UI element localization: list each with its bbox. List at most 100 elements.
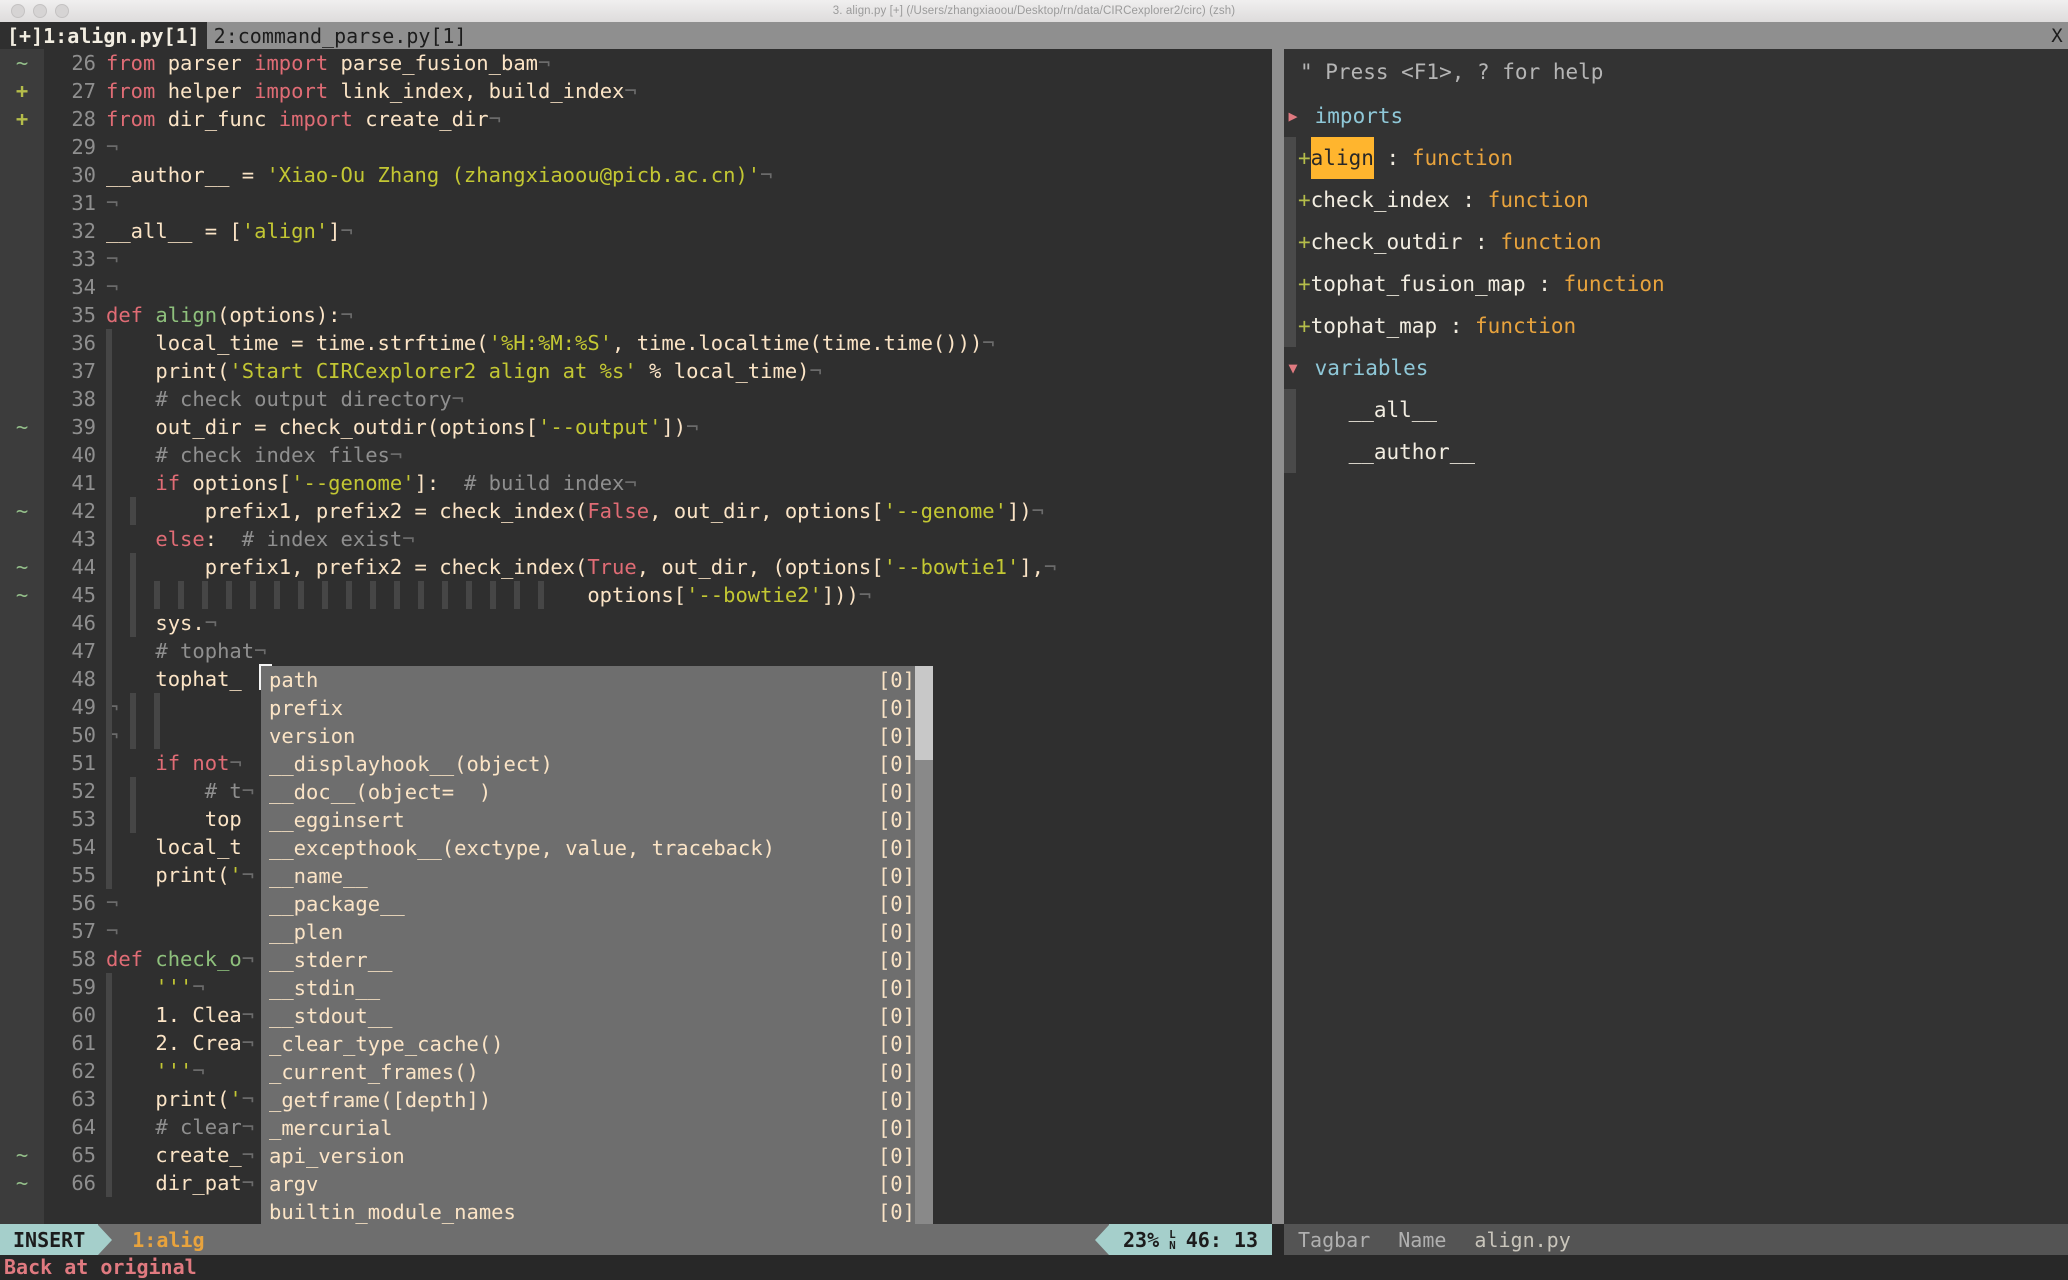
line-sign — [0, 861, 44, 889]
completion-item[interactable]: _current_frames()[0] — [261, 1058, 933, 1086]
expand-icon[interactable]: + — [1298, 263, 1311, 305]
line-number: 33 — [44, 245, 106, 273]
tagbar-tag-label[interactable]: tophat_map — [1311, 305, 1437, 347]
completion-item[interactable]: argv[0] — [261, 1170, 933, 1198]
indent-guide — [106, 861, 112, 889]
tagbar-kind-row[interactable]: ▼ variables — [1284, 347, 2068, 389]
completion-item[interactable]: __name__[0] — [261, 862, 933, 890]
indent-guide — [154, 693, 160, 721]
tagbar-tag-label[interactable]: check_index — [1311, 179, 1450, 221]
window-split-divider[interactable] — [1272, 49, 1284, 1224]
completion-item[interactable]: __egginsert[0] — [261, 806, 933, 834]
completion-item[interactable]: version[0] — [261, 722, 933, 750]
tagbar-tag-row[interactable]: +check_index : function — [1284, 179, 2068, 221]
completion-item[interactable]: builtin_module_names[0] — [261, 1198, 933, 1224]
expand-icon[interactable]: + — [1298, 221, 1311, 263]
completion-item[interactable]: path[0] — [261, 666, 933, 694]
tagbar-rows[interactable]: ▶ imports+align : function+check_index :… — [1284, 95, 2068, 473]
tab-align-py[interactable]: [+]1:align.py[1] — [0, 22, 207, 49]
line-number: 48 — [44, 665, 106, 693]
popup-scrollbar[interactable] — [915, 666, 933, 1224]
line-text: print('¬ — [106, 1085, 254, 1113]
tagbar-kind-row[interactable]: ▶ imports — [1284, 95, 2068, 137]
tagbar-indent-bar — [1284, 179, 1296, 221]
tagbar-kind-label: imports — [1302, 95, 1403, 137]
tagbar-tag-label[interactable]: tophat_fusion_map — [1311, 263, 1526, 305]
completion-item-kind: [0] — [878, 834, 915, 862]
completion-item-kind: [0] — [878, 806, 915, 834]
line-text: print('¬ — [106, 861, 254, 889]
indent-guide — [106, 1113, 112, 1141]
line-sign — [0, 1113, 44, 1141]
line-sign — [0, 1029, 44, 1057]
completion-item-kind: [0] — [878, 1058, 915, 1086]
popup-scrollbar-thumb[interactable] — [915, 666, 933, 760]
tab-command-parse-py[interactable]: 2:command_parse.py[1] — [207, 22, 474, 49]
completion-item[interactable]: __doc__(object= )[0] — [261, 778, 933, 806]
tagbar-tag-label[interactable]: align — [1311, 137, 1374, 179]
line-sign — [0, 917, 44, 945]
completion-item[interactable]: __excepthook__(exctype, value, traceback… — [261, 834, 933, 862]
line-number: 29 — [44, 133, 106, 161]
tagbar-panel[interactable]: " Press <F1>, ? for help ▶ imports+align… — [1284, 49, 2068, 1224]
completion-item[interactable]: __stderr__[0] — [261, 946, 933, 974]
window-titlebar: 3. align.py [+] (/Users/zhangxiaoou/Desk… — [0, 0, 2068, 23]
completion-item[interactable]: __displayhook__(object)[0] — [261, 750, 933, 778]
chevron-down-icon[interactable]: ▼ — [1284, 347, 1302, 389]
tagbar-tag-label[interactable]: check_outdir — [1311, 221, 1463, 263]
completion-item[interactable]: api_version[0] — [261, 1142, 933, 1170]
line-number: 58 — [44, 945, 106, 973]
status-right-arrow-icon — [1095, 1225, 1109, 1255]
indent-guide — [418, 581, 424, 609]
line-text: __author__ = 'Xiao-Ou Zhang (zhangxiaoou… — [106, 161, 772, 189]
tagbar-tag-row[interactable]: __all__ — [1284, 389, 2068, 431]
indent-guide — [106, 973, 112, 1001]
completion-item[interactable]: __stdin__[0] — [261, 974, 933, 1002]
code-line: 33¬ — [0, 245, 1056, 273]
indent-guide — [370, 581, 376, 609]
indent-guide — [106, 329, 112, 357]
tabline: [+]1:align.py[1] 2:command_parse.py[1] X — [0, 22, 2068, 49]
tagbar-tag-row[interactable]: +tophat_map : function — [1284, 305, 2068, 347]
line-number: 30 — [44, 161, 106, 189]
line-sign — [0, 245, 44, 273]
tagbar-tag-row[interactable]: +align : function — [1284, 137, 2068, 179]
line-number: 57 — [44, 917, 106, 945]
line-text: options['--bowtie2']))¬ — [106, 581, 871, 609]
completion-item[interactable]: _mercurial[0] — [261, 1114, 933, 1142]
line-number: 62 — [44, 1057, 106, 1085]
completion-item[interactable]: prefix[0] — [261, 694, 933, 722]
indent-guide — [106, 1085, 112, 1113]
expand-icon[interactable]: + — [1298, 179, 1311, 221]
completion-item[interactable]: __stdout__[0] — [261, 1002, 933, 1030]
status-mode: INSERT — [0, 1224, 98, 1255]
completion-item[interactable]: __plen[0] — [261, 918, 933, 946]
tagbar-tag-row[interactable]: __author__ — [1284, 431, 2068, 473]
line-number: 28 — [44, 105, 106, 133]
completion-item-label: __stdout__ — [269, 1002, 392, 1030]
line-text: # t¬ — [106, 777, 254, 805]
close-icon[interactable]: X — [2046, 25, 2068, 47]
tagbar-tag-row[interactable]: +tophat_fusion_map : function — [1284, 263, 2068, 305]
completion-item[interactable]: _getframe([depth])[0] — [261, 1086, 933, 1114]
completion-item[interactable]: _clear_type_cache()[0] — [261, 1030, 933, 1058]
completion-list[interactable]: path[0]prefix[0]version[0]__displayhook_… — [261, 666, 933, 1224]
status-mode-arrow-icon — [98, 1225, 112, 1255]
completion-item[interactable]: __package__[0] — [261, 890, 933, 918]
line-text: local_time = time.strftime('%H:%M:%S', t… — [106, 329, 995, 357]
chevron-right-icon[interactable]: ▶ — [1284, 95, 1302, 137]
completion-popup[interactable]: path[0]prefix[0]version[0]__displayhook_… — [261, 666, 933, 1224]
completion-item-kind: [0] — [878, 890, 915, 918]
indent-guide — [106, 1169, 112, 1197]
indent-guide — [538, 581, 544, 609]
line-number: 45 — [44, 581, 106, 609]
completion-item-kind: [0] — [878, 862, 915, 890]
completion-item-label: __stdin__ — [269, 974, 380, 1002]
expand-icon[interactable]: + — [1298, 305, 1311, 347]
expand-icon[interactable]: + — [1298, 137, 1311, 179]
tagbar-tag-row[interactable]: +check_outdir : function — [1284, 221, 2068, 263]
status-position-group: 23% L N 46: 13 — [1109, 1224, 1272, 1255]
tagbar-separator: : — [1374, 137, 1412, 179]
line-sign — [0, 1057, 44, 1085]
indent-guide — [250, 581, 256, 609]
